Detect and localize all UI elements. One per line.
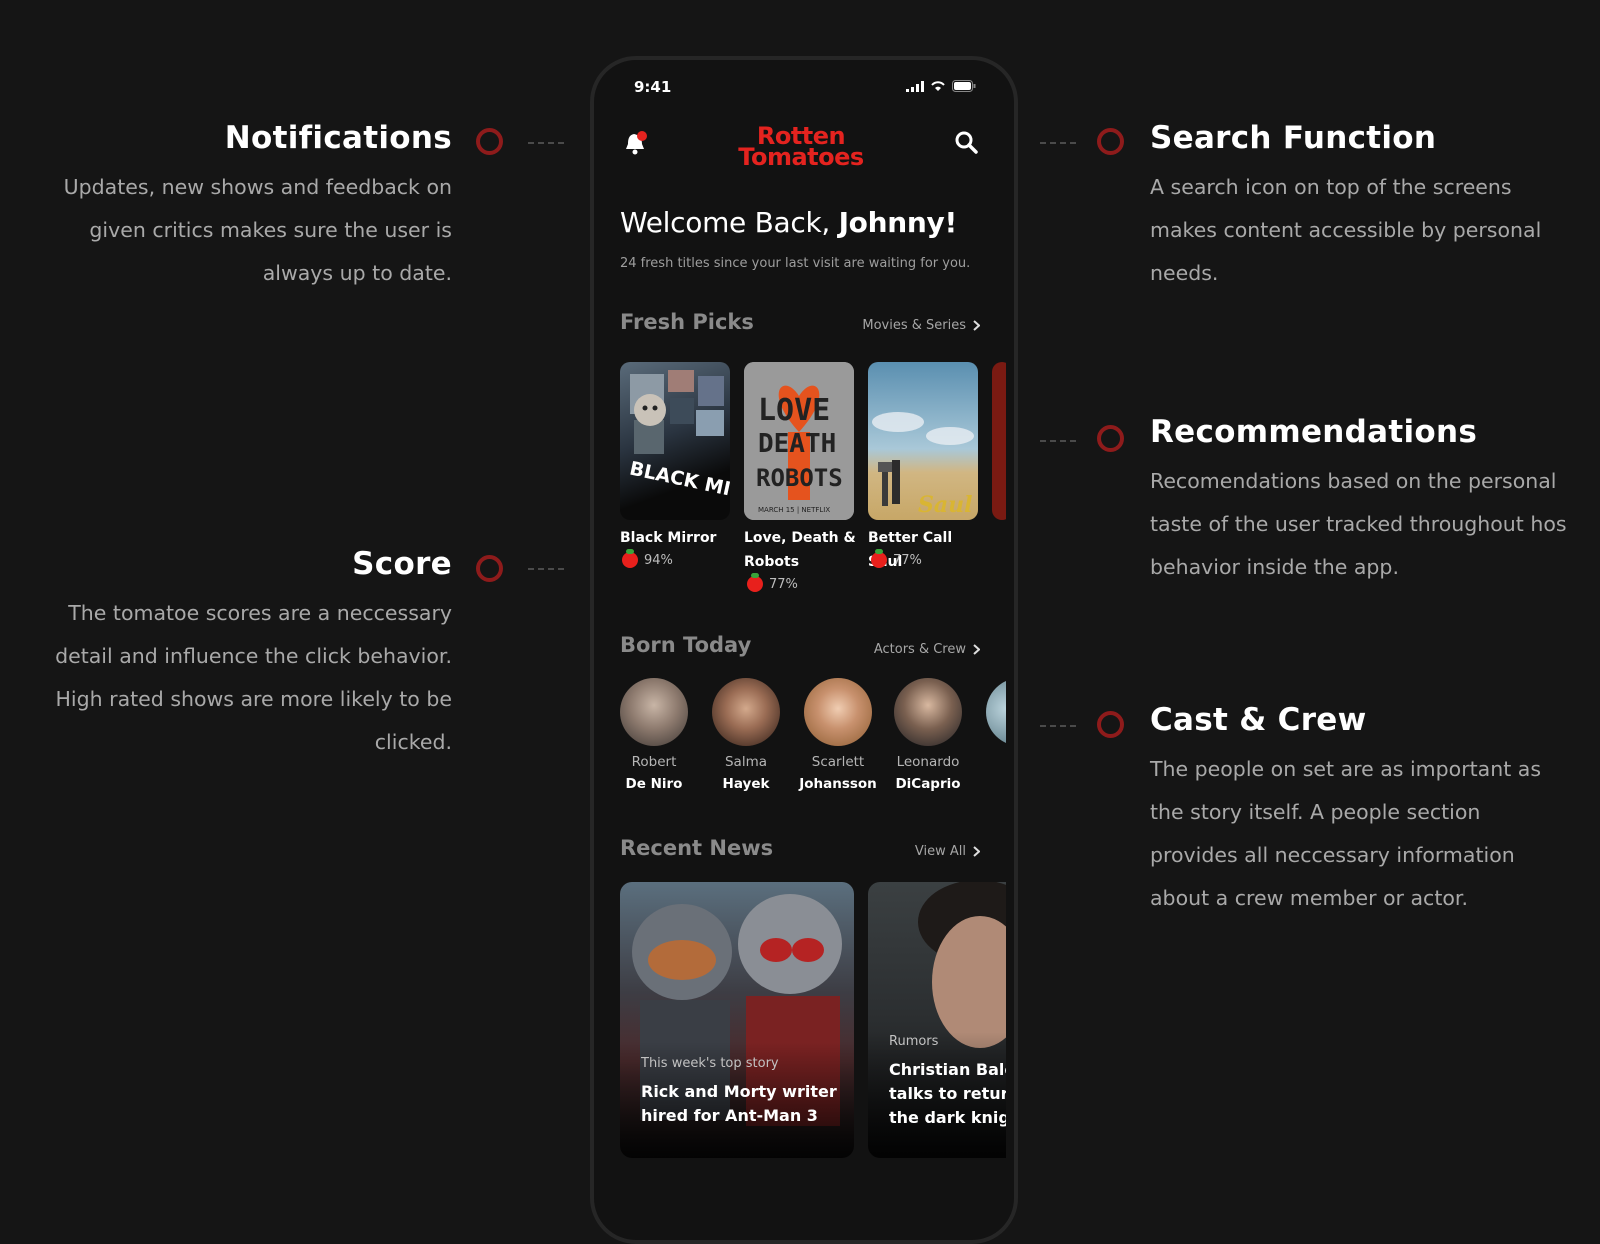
status-bar-icons — [906, 80, 976, 92]
wifi-icon — [931, 81, 945, 91]
annotation-body: The people on set are as important as th… — [1150, 757, 1542, 910]
tomato-score: 77% — [871, 549, 922, 568]
svg-text:DEATH: DEATH — [758, 429, 836, 459]
battery-icon — [952, 80, 976, 92]
news-tag: Rumors — [889, 1034, 939, 1049]
app-screen: 9:41 Rotten Tomatoes Welcome Back, Johnn… — [594, 60, 1006, 1240]
annotation-title: Score — [352, 546, 452, 582]
search-icon[interactable] — [954, 130, 980, 160]
annotation-title: Cast & Crew — [1150, 702, 1367, 738]
phone-frame: 9:41 Rotten Tomatoes Welcome Back, Johnn… — [590, 56, 1018, 1244]
annotation-title: Recommendations — [1150, 414, 1478, 450]
chevron-right-icon — [973, 320, 980, 331]
avatar[interactable] — [620, 678, 688, 746]
avatar[interactable] — [712, 678, 780, 746]
annotation-score: Score The tomatoe scores are a neccessar… — [32, 546, 452, 764]
status-time: 9:41 — [634, 78, 672, 96]
welcome-prefix: Welcome Back, — [620, 206, 839, 239]
person-first-name: Leonardo — [896, 754, 960, 770]
born-today-link-label: Actors & Crew — [873, 642, 966, 657]
svg-text:ROBOTS: ROBOTS — [756, 464, 843, 492]
section-title-born-today: Born Today — [620, 633, 752, 657]
news-tag: This week's top story — [641, 1056, 779, 1071]
welcome-name: Johnny! — [838, 206, 958, 239]
avatar[interactable] — [804, 678, 872, 746]
poster-black-mirror[interactable]: BLACK MIRROR — [620, 362, 730, 520]
fresh-picks-link[interactable]: Movies & Series — [862, 318, 980, 333]
annotation-marker-icon — [1097, 711, 1124, 738]
poster-art: Saul — [872, 412, 974, 518]
score-value: 77% — [893, 552, 922, 568]
app-logo: Rotten Tomatoes — [736, 124, 866, 171]
section-title-fresh-picks: Fresh Picks — [620, 310, 754, 334]
annotation-marker-icon — [476, 555, 503, 582]
annotation-body: The tomatoe scores are a neccessary deta… — [55, 601, 452, 754]
tomato-icon — [747, 573, 763, 592]
news-headline[interactable]: Rick and Morty writer hired for Ant-Man … — [641, 1080, 841, 1128]
person-first-name: Scarlett — [811, 754, 865, 770]
tomato-score: 77% — [747, 573, 798, 592]
recent-news-link[interactable]: View All — [915, 844, 980, 859]
score-value: 77% — [769, 576, 798, 592]
annotation-title: Notifications — [224, 120, 452, 156]
poster-better-call-saul[interactable]: Saul — [868, 362, 978, 520]
person-first-name: Robert — [631, 754, 677, 770]
annotation-notifications: Notifications Updates, new shows and fee… — [32, 120, 452, 295]
annotation-body: Updates, new shows and feedback on given… — [63, 175, 452, 285]
signal-icon — [906, 80, 924, 92]
annotation-connector — [528, 142, 564, 144]
annotation-connector — [1040, 142, 1076, 144]
poster-partial[interactable] — [992, 362, 1006, 520]
tomato-icon — [622, 549, 638, 568]
show-title[interactable]: Love, Death & Robots — [744, 526, 862, 574]
tomato-icon — [871, 549, 887, 568]
poster-text: Saul — [918, 492, 973, 518]
section-title-recent-news: Recent News — [620, 836, 774, 860]
score-value: 94% — [644, 552, 673, 568]
bell-icon[interactable] — [622, 130, 650, 162]
annotation-marker-icon — [476, 128, 503, 155]
annotation-marker-icon — [1097, 128, 1124, 155]
news-card[interactable]: Rumors Christian Bale talks to return th… — [868, 882, 1006, 1158]
tomato-score: 94% — [622, 549, 673, 568]
person-last-name[interactable]: Hayek — [701, 776, 791, 792]
person-last-name[interactable]: De Niro — [609, 776, 699, 792]
annotation-body: A search icon on top of the screens make… — [1150, 175, 1542, 285]
welcome-heading: Welcome Back, Johnny! — [620, 206, 957, 239]
chevron-right-icon — [973, 644, 980, 655]
annotation-search: Search Function A search icon on top of … — [1150, 120, 1560, 295]
annotation-recommendations: Recommendations Recomendations based on … — [1150, 414, 1570, 589]
chevron-right-icon — [973, 846, 980, 857]
avatar[interactable] — [894, 678, 962, 746]
annotation-connector — [1040, 440, 1076, 442]
annotation-cast-crew: Cast & Crew The people on set are as imp… — [1150, 702, 1560, 920]
poster-art: LOVE DEATH ROBOTS MARCH 15 | NETFLIX — [744, 362, 854, 520]
svg-text:LOVE: LOVE — [758, 393, 830, 428]
person-last-name[interactable]: DiCaprio — [883, 776, 973, 792]
avatar[interactable] — [986, 678, 1006, 746]
poster-art: BLACK MIRROR — [628, 370, 730, 513]
news-card[interactable]: This week's top story Rick and Morty wri… — [620, 882, 854, 1158]
fresh-picks-link-label: Movies & Series — [862, 318, 966, 333]
news-headline[interactable]: Christian Bale talks to return the dark … — [889, 1058, 1006, 1130]
poster-small-text: MARCH 15 | NETFLIX — [758, 506, 830, 514]
annotation-body: Recomendations based on the personal tas… — [1150, 469, 1567, 579]
person-first-name: Salma — [724, 754, 768, 770]
annotation-connector — [1040, 725, 1076, 727]
annotation-title: Search Function — [1150, 120, 1437, 156]
annotation-marker-icon — [1097, 425, 1124, 452]
welcome-subtitle: 24 fresh titles since your last visit ar… — [620, 256, 971, 271]
annotation-connector — [528, 568, 564, 570]
poster-love-death-robots[interactable]: LOVE DEATH ROBOTS MARCH 15 | NETFLIX — [744, 362, 854, 520]
recent-news-link-label: View All — [914, 844, 966, 859]
born-today-link[interactable]: Actors & Crew — [874, 642, 980, 657]
show-title[interactable]: Black Mirror — [620, 526, 738, 550]
person-last-name[interactable]: Johansson — [793, 776, 883, 792]
logo-line-2: Tomatoes — [738, 143, 864, 171]
poster-text: BLACK MIRROR — [628, 458, 730, 513]
